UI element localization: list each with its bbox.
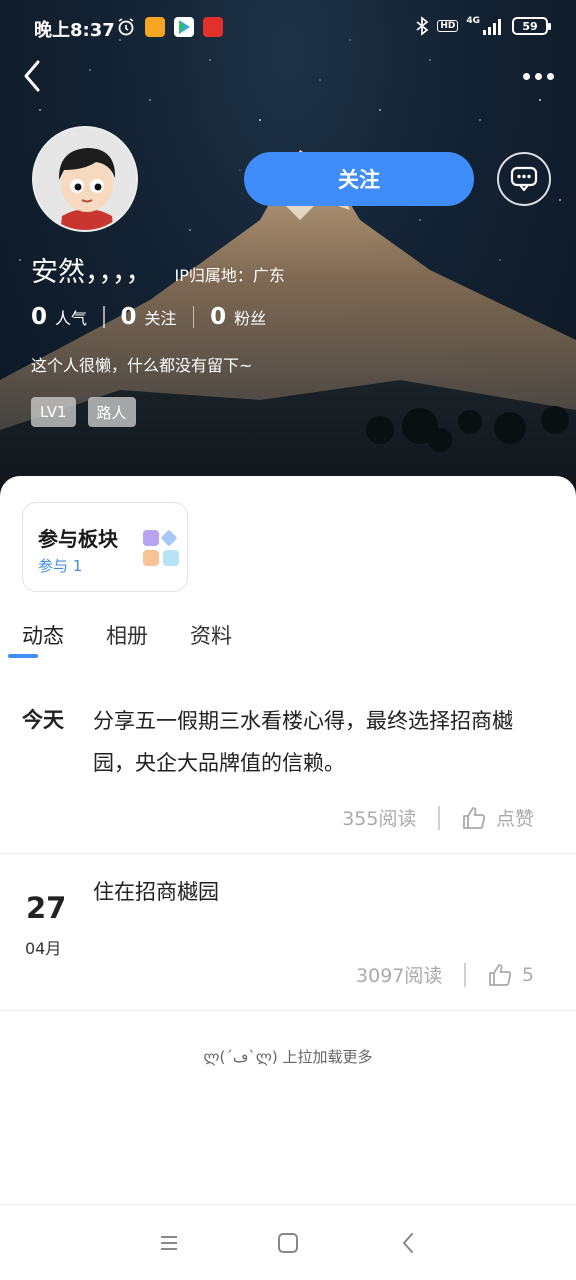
name-row: 安然，，，， IP归属地：广东: [31, 250, 285, 289]
battery-icon: 59: [512, 17, 551, 35]
thumbs-up-icon: [489, 963, 512, 986]
like-count: 5: [521, 963, 534, 986]
board-card-title: 参与板块: [38, 527, 118, 551]
tab-album[interactable]: 相册: [106, 620, 148, 650]
like-button[interactable]: 点赞: [462, 804, 534, 831]
stat-label: 关注: [144, 309, 177, 328]
tab-profile-info[interactable]: 资料: [190, 620, 232, 650]
active-tab-indicator: [8, 654, 38, 658]
alarm-icon: [118, 18, 134, 36]
stat-value: 0: [31, 304, 48, 330]
avatar[interactable]: [32, 126, 138, 232]
divider: [103, 306, 105, 328]
read-count: 355阅读: [342, 808, 417, 830]
divider: [464, 962, 466, 987]
ip-location: IP归属地：广东: [174, 266, 285, 285]
load-more-hint: ლ(´ڡ`ლ) 上拉加载更多: [203, 1048, 373, 1066]
status-time: 晚上8:37: [34, 20, 115, 41]
level-tag: LV1: [31, 397, 76, 427]
stats-row: 0 人气 0 关注 0 粉丝: [31, 304, 266, 330]
menu-icon[interactable]: [157, 1231, 181, 1255]
user-tags: LV1 路人: [31, 397, 136, 427]
board-grid-icon: [143, 530, 179, 566]
play-store-icon: [174, 17, 194, 37]
profile-tabs: 动态 相册 资料: [22, 620, 232, 650]
stat-popularity[interactable]: 0 人气: [31, 304, 87, 330]
stat-label: 人气: [55, 309, 88, 328]
divider: [438, 805, 440, 830]
thumbs-up-icon: [463, 806, 486, 829]
more-dots-icon[interactable]: [518, 64, 558, 88]
post-date: 今天: [22, 708, 64, 732]
post-text[interactable]: 分享五一假期三水看楼心得，最终选择招商樾园，央企大品牌值的信赖。: [93, 700, 543, 784]
system-nav-bar: [0, 1204, 576, 1280]
user-bio: 这个人很懒，什么都没有留下~: [31, 356, 253, 375]
signal-bars-icon: [483, 19, 501, 35]
post-meta: 3097阅读 5: [356, 961, 534, 988]
message-app-icon: [145, 17, 165, 37]
list-item[interactable]: 27 04月 住在招商樾园 3097阅读 5: [0, 855, 576, 1011]
hd-badge: HD: [437, 20, 459, 32]
back-arrow-icon[interactable]: [16, 58, 52, 94]
follow-button[interactable]: 关注: [244, 152, 474, 206]
chat-bubble-icon: [510, 166, 538, 192]
content-sheet: 参与板块 参与 1 动态 相册 资料 今天 分享五一假期三水看楼心得，最终选择招…: [0, 476, 576, 1204]
stat-following[interactable]: 0 关注: [121, 304, 177, 330]
like-label: 点赞: [495, 808, 534, 830]
status-bar: 晚上8:37 HD 4G 59: [0, 0, 576, 56]
message-button[interactable]: [497, 152, 551, 206]
stat-label: 粉丝: [234, 309, 267, 328]
battery-level: 59: [522, 19, 538, 33]
stat-value: 0: [210, 304, 227, 330]
divider: [192, 306, 195, 328]
tab-dynamics[interactable]: 动态: [22, 620, 64, 650]
joined-boards-card[interactable]: 参与板块 参与 1: [22, 502, 188, 592]
user-name: 安然，，，，: [31, 257, 153, 288]
list-item[interactable]: 今天 分享五一假期三水看楼心得，最终选择招商樾园，央企大品牌值的信赖。 355阅…: [0, 676, 576, 854]
signal-label: 4G: [466, 16, 480, 26]
post-meta: 355阅读 点赞: [342, 804, 534, 831]
stat-followers[interactable]: 0 粉丝: [210, 304, 266, 330]
bluetooth-icon: [416, 16, 429, 36]
status-right-group: HD 4G 59: [415, 16, 551, 36]
home-icon[interactable]: [276, 1231, 300, 1255]
shopping-app-icon: [203, 17, 223, 37]
board-card-count: 参与 1: [38, 557, 83, 575]
read-count: 3097阅读: [356, 965, 443, 987]
post-month: 04月: [25, 939, 62, 958]
like-button[interactable]: 5: [488, 963, 534, 987]
back-icon[interactable]: [397, 1231, 421, 1255]
post-day: 27: [26, 891, 67, 925]
post-text[interactable]: 住在招商樾园: [93, 871, 543, 913]
stat-value: 0: [120, 304, 137, 330]
role-tag: 路人: [87, 397, 136, 427]
